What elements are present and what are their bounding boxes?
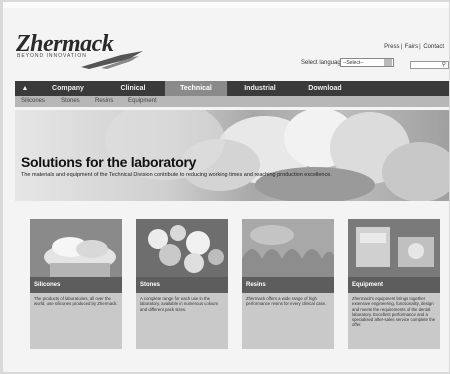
language-select-value: --Select-- bbox=[343, 60, 364, 66]
card-resins[interactable]: Resins Zhermack offers a wide range of h… bbox=[242, 219, 334, 349]
card-title: Resins bbox=[242, 277, 334, 293]
hero-title: Solutions for the laboratory bbox=[21, 154, 197, 170]
nav-home[interactable]: ▲ bbox=[15, 81, 35, 96]
search-input[interactable]: ⚲ bbox=[410, 61, 449, 69]
subnav-equipment[interactable]: Equipment bbox=[128, 96, 157, 107]
subnav-resins[interactable]: Resins bbox=[95, 96, 113, 107]
card-text: The products of laboratories, all over t… bbox=[34, 296, 118, 307]
top-link-press[interactable]: Press bbox=[383, 44, 400, 50]
top-link-contact[interactable]: Contact bbox=[422, 44, 445, 50]
nav-download[interactable]: Download bbox=[293, 81, 357, 96]
browser-page: Zhermack BEYOND INNOVATION Press| Fairs|… bbox=[3, 2, 449, 372]
card-title: Silicones bbox=[30, 277, 122, 293]
nav-industrial[interactable]: Industrial bbox=[229, 81, 291, 96]
brand-tagline: BEYOND INNOVATION bbox=[17, 53, 87, 59]
hero-banner: Solutions for the laboratory The materia… bbox=[15, 110, 449, 201]
search-icon[interactable]: ⚲ bbox=[442, 62, 446, 69]
card-text: A complete range for each use in the lab… bbox=[140, 296, 219, 312]
zhermack-logo[interactable]: Zhermack BEYOND INNOVATION bbox=[16, 31, 146, 69]
language-label: Select language bbox=[301, 60, 345, 66]
card-title: Equipment bbox=[348, 277, 440, 293]
nav-clinical[interactable]: Clinical bbox=[101, 81, 165, 96]
card-text: Zhermack's equipment brings together ext… bbox=[352, 296, 436, 328]
card-equipment[interactable]: Equipment Zhermack's equipment brings to… bbox=[348, 219, 440, 349]
nav-company[interactable]: Company bbox=[37, 81, 99, 96]
main-nav: ▲ Company Clinical Technical Industrial … bbox=[15, 81, 449, 96]
language-select[interactable]: --Select-- bbox=[340, 58, 394, 67]
card-stones[interactable]: Stones A complete range for each use in … bbox=[136, 219, 228, 349]
home-icon: ▲ bbox=[21, 85, 29, 92]
top-strip bbox=[3, 2, 449, 8]
dropdown-arrow-icon bbox=[384, 59, 392, 66]
subnav-stones[interactable]: Stones bbox=[61, 96, 80, 107]
card-silicones[interactable]: Silicones The products of laboratories, … bbox=[30, 219, 122, 349]
stones-image bbox=[136, 219, 228, 277]
equipment-image bbox=[348, 219, 440, 277]
top-link-fairs[interactable]: Fairs bbox=[404, 44, 419, 50]
nav-technical[interactable]: Technical bbox=[165, 81, 227, 96]
top-links: Press| Fairs| Contact bbox=[383, 44, 445, 50]
card-text: Zhermack offers a wide range of high per… bbox=[246, 296, 327, 307]
resins-image bbox=[242, 219, 334, 277]
sub-nav: Silicones Stones Resins Equipment bbox=[15, 96, 449, 107]
hero-text: The materials and equipment of the Techn… bbox=[21, 172, 332, 178]
silicones-image bbox=[30, 219, 122, 277]
subnav-silicones[interactable]: Silicones bbox=[21, 96, 45, 107]
card-title: Stones bbox=[136, 277, 228, 293]
logo-swoosh-icon bbox=[81, 51, 143, 69]
